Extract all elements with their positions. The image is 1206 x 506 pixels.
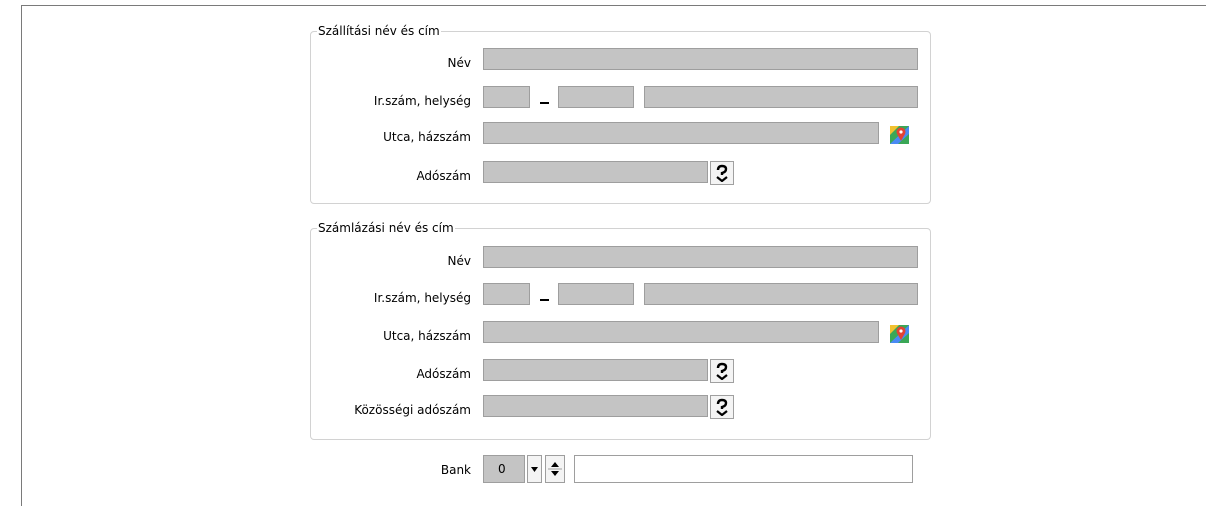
billing-street-label: Utca, házszám [383, 329, 471, 343]
shipping-city-input[interactable] [644, 86, 918, 108]
bank-text-input[interactable] [574, 455, 913, 483]
bank-label: Bank [440, 463, 471, 477]
billing-group-title: Számlázási név és cím [317, 220, 455, 236]
chevron-down-icon[interactable] [527, 455, 542, 483]
shipping-tax-input[interactable] [483, 161, 708, 183]
billing-zip-suffix-input[interactable] [558, 283, 634, 305]
billing-eu-tax-input[interactable] [483, 395, 708, 417]
bank-selected-value: 0 [498, 462, 506, 476]
shipping-group-title: Szállítási név és cím [317, 23, 441, 39]
shipping-street-input[interactable] [483, 122, 879, 144]
billing-name-input[interactable] [483, 246, 918, 268]
map-pin-icon[interactable] [889, 323, 911, 345]
shipping-zip-prefix-input[interactable] [483, 86, 530, 108]
shipping-name-input[interactable] [483, 48, 918, 70]
tax-lookup-icon[interactable] [710, 395, 734, 419]
billing-tax-input[interactable] [483, 359, 708, 381]
billing-zip-separator [540, 299, 549, 301]
billing-street-input[interactable] [483, 321, 879, 343]
shipping-street-label: Utca, házszám [383, 130, 471, 144]
billing-eu-tax-label: Közösségi adószám [354, 403, 471, 417]
billing-tax-label: Adószám [416, 367, 471, 381]
billing-zip-city-label: Ir.szám, helység [373, 291, 471, 305]
billing-name-label: Név [447, 254, 471, 268]
billing-city-input[interactable] [644, 283, 918, 305]
shipping-zip-separator [540, 102, 549, 104]
shipping-name-label: Név [447, 56, 471, 70]
shipping-tax-label: Adószám [416, 169, 471, 183]
tax-lookup-icon[interactable] [710, 359, 734, 383]
spin-up-down-icon[interactable] [545, 455, 565, 483]
map-pin-icon[interactable] [889, 124, 911, 146]
bank-select[interactable]: 0 [483, 455, 525, 483]
tax-lookup-icon[interactable] [710, 161, 734, 185]
shipping-zip-suffix-input[interactable] [558, 86, 634, 108]
billing-zip-prefix-input[interactable] [483, 283, 530, 305]
shipping-zip-city-label: Ir.szám, helység [373, 94, 471, 108]
